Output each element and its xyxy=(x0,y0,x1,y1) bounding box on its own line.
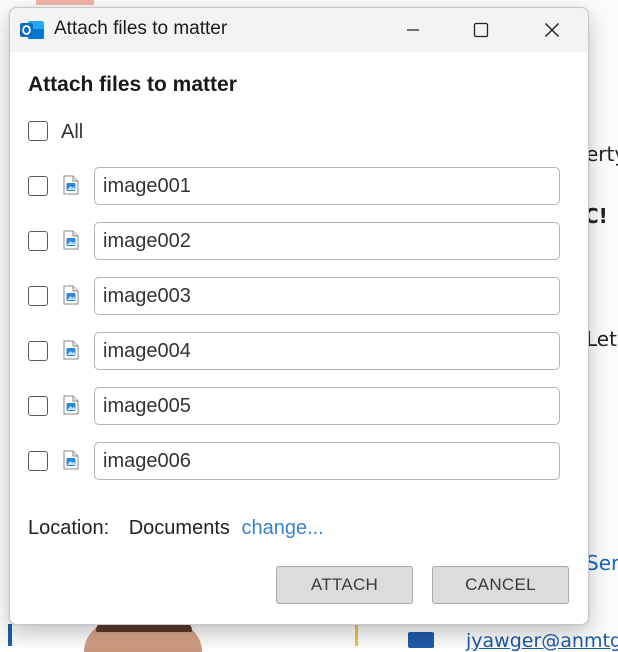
image-file-icon xyxy=(63,340,79,360)
background-text-fragment: erty xyxy=(586,142,618,166)
close-button[interactable] xyxy=(523,8,581,52)
location-value: Documents xyxy=(128,517,230,539)
image-file-icon xyxy=(63,450,79,470)
file-row xyxy=(10,442,588,482)
cancel-button[interactable]: CANCEL xyxy=(432,566,569,604)
file-row xyxy=(10,332,588,372)
file-row xyxy=(10,167,588,207)
background-divider xyxy=(355,622,358,646)
file-checkbox[interactable] xyxy=(28,176,48,196)
maximize-icon xyxy=(473,22,489,38)
file-row xyxy=(10,277,588,317)
file-row xyxy=(10,387,588,427)
file-checkbox[interactable] xyxy=(28,231,48,251)
image-file-icon xyxy=(63,285,79,305)
maximize-button[interactable] xyxy=(452,8,510,52)
outlook-icon xyxy=(20,21,44,39)
location-label: Location: xyxy=(28,517,110,539)
close-icon xyxy=(545,23,559,37)
background-tab-accent xyxy=(36,0,94,5)
file-checkbox[interactable] xyxy=(28,396,48,416)
attach-files-dialog: Attach files to matter Attach files to m… xyxy=(9,7,589,625)
change-location-link[interactable]: change... xyxy=(241,517,323,539)
file-checkbox[interactable] xyxy=(28,451,48,471)
select-all-checkbox[interactable] xyxy=(28,121,48,141)
file-name-input[interactable] xyxy=(94,387,560,425)
file-checkbox[interactable] xyxy=(28,341,48,361)
dialog-heading: Attach files to matter xyxy=(28,73,237,96)
minimize-icon xyxy=(407,29,419,31)
file-name-input[interactable] xyxy=(94,167,560,205)
image-file-icon xyxy=(63,395,79,415)
image-file-icon xyxy=(63,230,79,250)
image-file-icon xyxy=(63,175,79,195)
attach-button[interactable]: ATTACH xyxy=(276,566,413,604)
background-link-fragment[interactable]: Serv xyxy=(586,551,618,575)
background-email-link[interactable]: jyawger@anmtg xyxy=(466,630,618,652)
location-row: Location: Documents change... xyxy=(28,517,324,540)
file-name-input[interactable] xyxy=(94,442,560,480)
background-left-bar xyxy=(8,624,12,646)
title-bar[interactable]: Attach files to matter xyxy=(10,8,588,52)
file-name-input[interactable] xyxy=(94,332,560,370)
file-checkbox[interactable] xyxy=(28,286,48,306)
minimize-button[interactable] xyxy=(384,8,442,52)
window-title: Attach files to matter xyxy=(54,18,228,39)
background-text-fragment: Let xyxy=(586,327,617,351)
file-row xyxy=(10,222,588,262)
select-all-label[interactable]: All xyxy=(61,121,83,144)
file-name-input[interactable] xyxy=(94,222,560,260)
file-name-input[interactable] xyxy=(94,277,560,315)
